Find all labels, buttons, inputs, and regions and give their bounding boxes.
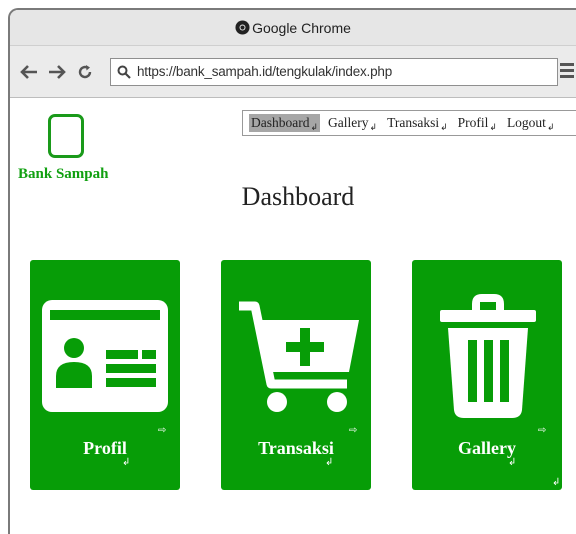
link-arrow-icon: ⇨: [158, 425, 167, 436]
link-arrow-icon: ↲: [489, 122, 497, 132]
link-arrow-icon: ↲: [440, 122, 448, 132]
back-arrow-icon: [20, 64, 37, 79]
url-text: https://bank_sampah.id/tengkulak/index.p…: [137, 64, 393, 79]
card-label-profil: Profil: [83, 438, 127, 458]
card-profil[interactable]: ⇨ Profil ↲: [30, 260, 180, 490]
cart-plus-icon: [239, 301, 359, 412]
link-arrow-icon: ↲: [552, 477, 561, 488]
link-arrow-icon: ⇨: [349, 425, 358, 436]
card-gallery[interactable]: ⇨ Gallery ↲ ↲: [412, 260, 562, 490]
card-label-transaksi: Transaksi: [258, 438, 334, 458]
site-logo: [48, 114, 84, 158]
hamburger-menu-icon[interactable]: [560, 63, 576, 81]
nav-item-gallery[interactable]: Gallery ↲: [326, 114, 379, 132]
link-arrow-icon: ↲: [369, 122, 378, 132]
forward-arrow-icon: [49, 64, 66, 79]
card-transaksi[interactable]: ⇨ Transaksi ↲: [221, 260, 371, 490]
reload-icon: [78, 64, 92, 78]
window-title: Google Chrome: [252, 19, 351, 36]
title-bar: Google Chrome: [10, 10, 576, 46]
chrome-logo-icon: [235, 20, 250, 35]
reload-button[interactable]: [74, 61, 96, 83]
link-arrow-icon: ↲: [546, 122, 555, 132]
forward-button[interactable]: [46, 61, 68, 83]
link-arrow-icon: ⇨: [538, 425, 547, 436]
browser-toolbar: https://bank_sampah.id/tengkulak/index.p…: [10, 46, 576, 98]
id-card-icon: [42, 300, 168, 412]
link-arrow-icon: ↲: [325, 457, 334, 468]
page-content: Bank Sampah Dashboard ↲ Gallery ↲ Transaks…: [10, 98, 576, 534]
address-bar[interactable]: https://bank_sampah.id/tengkulak/index.p…: [110, 57, 558, 86]
page-title: Dashboard: [241, 182, 355, 211]
nav-item-logout[interactable]: Logout ↲: [505, 114, 557, 132]
brand-name: Bank Sampah: [18, 166, 109, 182]
browser-window: Google Chrome https://bank_sampah.id/ten…: [8, 8, 576, 534]
nav-item-dashboard[interactable]: Dashboard ↲: [249, 114, 321, 132]
trash-bin-icon: [440, 294, 536, 418]
nav-item-transaksi[interactable]: Transaksi ↲: [385, 114, 450, 132]
link-arrow-icon: ↲: [508, 457, 517, 468]
link-arrow-icon: ↲: [310, 122, 319, 132]
search-icon: [117, 65, 131, 79]
link-arrow-icon: ↲: [122, 457, 131, 468]
nav-item-profil[interactable]: Profil ↲: [456, 114, 499, 132]
back-button[interactable]: [18, 61, 40, 83]
top-navigation: Dashboard ↲ Gallery ↲ Transaksi ↲ Profil ↲ L…: [242, 110, 576, 136]
card-label-gallery: Gallery: [458, 438, 516, 458]
